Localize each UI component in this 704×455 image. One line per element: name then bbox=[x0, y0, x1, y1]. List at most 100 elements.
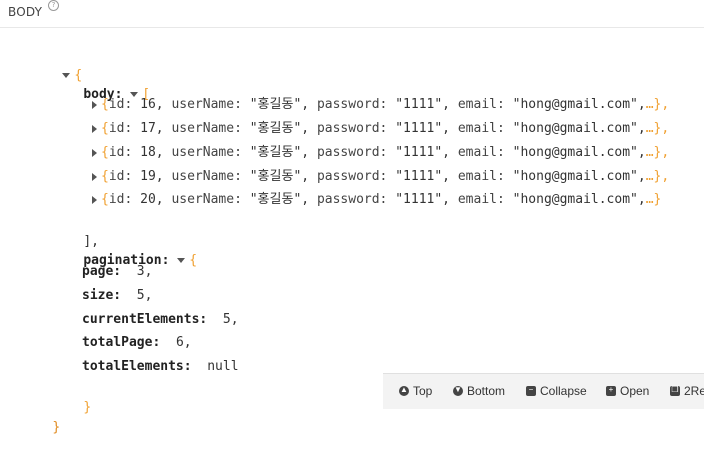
pagination-field: totalPage: 6, bbox=[82, 334, 192, 352]
list-item[interactable]: {id: 16, userName: "홍길동", password: "111… bbox=[92, 96, 669, 114]
collapse-pagination-icon[interactable] bbox=[177, 258, 186, 263]
row-name-key: userName: bbox=[171, 121, 242, 136]
row-ellipsis: … bbox=[645, 192, 654, 207]
row-id: 17, bbox=[140, 121, 164, 136]
row-open: { bbox=[101, 169, 109, 184]
pagination-field-key: size: bbox=[82, 288, 122, 303]
row-close: }, bbox=[653, 121, 670, 136]
row-pw: "1111", bbox=[395, 145, 451, 160]
row-email: "hong@gmail.com", bbox=[512, 121, 646, 136]
arrow-up-circle-icon: ▲ bbox=[399, 385, 409, 396]
row-name: "홍길동", bbox=[249, 121, 310, 136]
row-name-key: userName: bbox=[171, 145, 242, 160]
list-item[interactable]: {id: 18, userName: "홍길동", password: "111… bbox=[92, 144, 669, 162]
row-email-key: email: bbox=[457, 145, 505, 160]
pagination-field-key: page: bbox=[82, 264, 122, 279]
row-email: "hong@gmail.com", bbox=[512, 97, 646, 112]
pagination-close-brace: } bbox=[83, 400, 92, 415]
open-label: Open bbox=[620, 384, 650, 398]
raw-label: 2Re bbox=[684, 384, 704, 398]
row-pw-key: password: bbox=[316, 97, 388, 112]
pagination-field: size: 5, bbox=[82, 287, 152, 305]
row-pw-key: password: bbox=[316, 121, 388, 136]
row-pw-key: password: bbox=[316, 145, 388, 160]
row-email: "hong@gmail.com", bbox=[512, 192, 646, 207]
body-key-line: body: [ bbox=[52, 68, 150, 102]
row-email: "hong@gmail.com", bbox=[512, 145, 646, 160]
row-pw: "1111", bbox=[395, 121, 451, 136]
row-name-key: userName: bbox=[171, 97, 242, 112]
list-item[interactable]: {id: 19, userName: "홍길동", password: "111… bbox=[92, 168, 669, 186]
row-name-key: userName: bbox=[171, 169, 242, 184]
row-close: } bbox=[653, 192, 662, 207]
plus-square-icon: + bbox=[606, 385, 616, 396]
root-object-line: { bbox=[31, 49, 82, 83]
row-id: 20, bbox=[140, 192, 164, 207]
row-open: { bbox=[101, 145, 109, 160]
row-id-key: id: bbox=[108, 145, 133, 160]
row-pw: "1111", bbox=[395, 97, 451, 112]
row-email-key: email: bbox=[457, 97, 505, 112]
bottom-button[interactable]: ▼ Bottom bbox=[453, 384, 505, 398]
pagination-field-key: totalPage: bbox=[82, 335, 161, 350]
row-ellipsis: … bbox=[645, 169, 654, 184]
row-pw: "1111", bbox=[395, 192, 451, 207]
raw-button[interactable]: ❐ 2Re bbox=[670, 384, 704, 398]
row-ellipsis: … bbox=[645, 145, 654, 160]
row-id-key: id: bbox=[108, 97, 133, 112]
minus-square-icon: − bbox=[526, 385, 536, 396]
row-email-key: email: bbox=[457, 121, 505, 136]
root-close-brace: } bbox=[52, 420, 61, 435]
expand-row-icon[interactable] bbox=[92, 148, 97, 157]
row-ellipsis: … bbox=[645, 121, 654, 136]
row-close: }, bbox=[653, 169, 670, 184]
json-toolbar: ▲ Top ▼ Bottom − Collapse + Open ❐ 2Re bbox=[383, 373, 704, 409]
top-button[interactable]: ▲ Top bbox=[399, 384, 432, 398]
row-open: { bbox=[101, 97, 109, 112]
collapse-button[interactable]: − Collapse bbox=[526, 384, 587, 398]
row-ellipsis: … bbox=[645, 97, 654, 112]
expand-row-icon[interactable] bbox=[92, 195, 97, 204]
row-name: "홍길동", bbox=[249, 145, 310, 160]
row-pw-key: password: bbox=[316, 192, 388, 207]
row-name: "홍길동", bbox=[249, 97, 310, 112]
row-id: 19, bbox=[140, 169, 164, 184]
body-close-line: ], bbox=[52, 215, 99, 249]
pagination-open-brace: { bbox=[189, 253, 198, 268]
pagination-field: page: 3, bbox=[82, 263, 152, 281]
pagination-field: totalElements: null bbox=[82, 358, 239, 376]
row-email-key: email: bbox=[457, 192, 505, 207]
pagination-close-line: } bbox=[52, 381, 91, 415]
json-viewer: { body: [ {id: 16, userName: "홍길동", pass… bbox=[0, 0, 704, 435]
copy-icon: ❐ bbox=[670, 385, 680, 396]
pagination-key-line: pagination: { bbox=[52, 234, 197, 268]
pagination-field-value: 5, bbox=[136, 288, 153, 303]
collapse-label: Collapse bbox=[540, 384, 587, 398]
row-name: "홍길동", bbox=[249, 169, 310, 184]
row-id: 18, bbox=[140, 145, 164, 160]
pagination-field-value: 5, bbox=[222, 312, 239, 327]
pagination-field-key: currentElements: bbox=[82, 312, 208, 327]
pagination-field-value: 3, bbox=[136, 264, 153, 279]
pagination-field-key: totalElements: bbox=[82, 359, 192, 374]
top-label: Top bbox=[413, 384, 433, 398]
pagination-field-value: null bbox=[207, 359, 239, 374]
row-id-key: id: bbox=[108, 121, 133, 136]
row-pw-key: password: bbox=[316, 169, 388, 184]
row-email: "hong@gmail.com", bbox=[512, 169, 646, 184]
row-id-key: id: bbox=[108, 169, 133, 184]
row-name: "홍길동", bbox=[249, 192, 310, 207]
expand-row-icon[interactable] bbox=[92, 124, 97, 133]
list-item[interactable]: {id: 20, userName: "홍길동", password: "111… bbox=[92, 191, 661, 209]
expand-row-icon[interactable] bbox=[92, 100, 97, 109]
row-open: { bbox=[101, 192, 109, 207]
bottom-label: Bottom bbox=[467, 384, 506, 398]
pagination-field: currentElements: 5, bbox=[82, 311, 239, 329]
pagination-field-value: 6, bbox=[175, 335, 192, 350]
row-close: }, bbox=[653, 145, 670, 160]
expand-row-icon[interactable] bbox=[92, 172, 97, 181]
list-item[interactable]: {id: 17, userName: "홍길동", password: "111… bbox=[92, 120, 669, 138]
row-name-key: userName: bbox=[171, 192, 242, 207]
open-button[interactable]: + Open bbox=[606, 384, 649, 398]
row-id-key: id: bbox=[108, 192, 133, 207]
